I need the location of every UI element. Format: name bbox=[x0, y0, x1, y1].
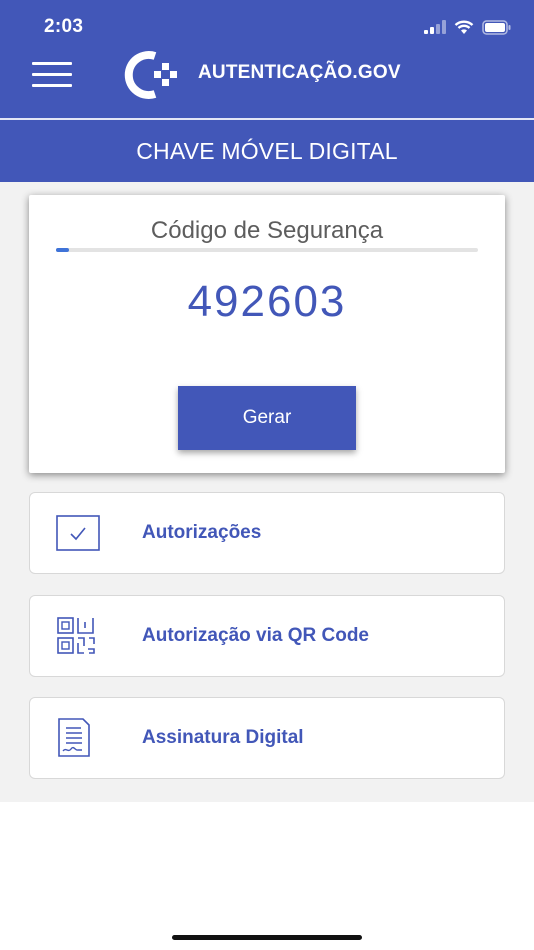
page-title: CHAVE MÓVEL DIGITAL bbox=[136, 137, 398, 164]
app-bar: AUTENTICAÇÃO.GOV bbox=[0, 46, 534, 118]
generate-code-button[interactable]: Gerar bbox=[178, 386, 356, 450]
menu-item-label: Autorização via QR Code bbox=[142, 625, 369, 646]
document-signature-icon bbox=[58, 718, 90, 757]
status-time: 2:03 bbox=[44, 16, 84, 37]
battery-icon bbox=[482, 19, 511, 35]
status-icons bbox=[424, 17, 512, 37]
signal-icon bbox=[424, 20, 446, 34]
menu-item-label: Autorizações bbox=[142, 522, 262, 543]
menu-item-authorizations[interactable]: Autorizações bbox=[29, 492, 505, 574]
hamburger-line bbox=[32, 84, 72, 87]
hamburger-menu-button[interactable] bbox=[32, 60, 74, 90]
app-name: AUTENTICAÇÃO.GOV bbox=[198, 62, 401, 83]
checkbox-icon bbox=[56, 515, 100, 551]
menu-item-digital-signature[interactable]: Assinatura Digital bbox=[29, 697, 505, 779]
qr-code-icon bbox=[57, 617, 95, 654]
security-code-label: Código de Segurança bbox=[150, 217, 384, 244]
header: 2:03 AUTENTICAÇÃO.GOV CHAVE MÓVEL DIGITA… bbox=[0, 0, 534, 182]
security-code-card: Código de Segurança 492603 Gerar bbox=[29, 195, 505, 473]
status-bar: 2:03 bbox=[0, 0, 534, 46]
menu-item-qr-authorization[interactable]: Autorização via QR Code bbox=[29, 595, 505, 677]
home-indicator[interactable] bbox=[172, 935, 362, 940]
code-timer-progress-bar bbox=[56, 248, 478, 252]
hamburger-line bbox=[32, 73, 72, 76]
menu-item-label: Assinatura Digital bbox=[142, 727, 304, 748]
hamburger-line bbox=[32, 62, 72, 65]
autenticacao-gov-logo-icon bbox=[124, 51, 177, 99]
security-code-value: 492603 bbox=[187, 277, 347, 326]
code-timer-progress-fill bbox=[56, 248, 69, 252]
wifi-icon bbox=[454, 20, 474, 34]
